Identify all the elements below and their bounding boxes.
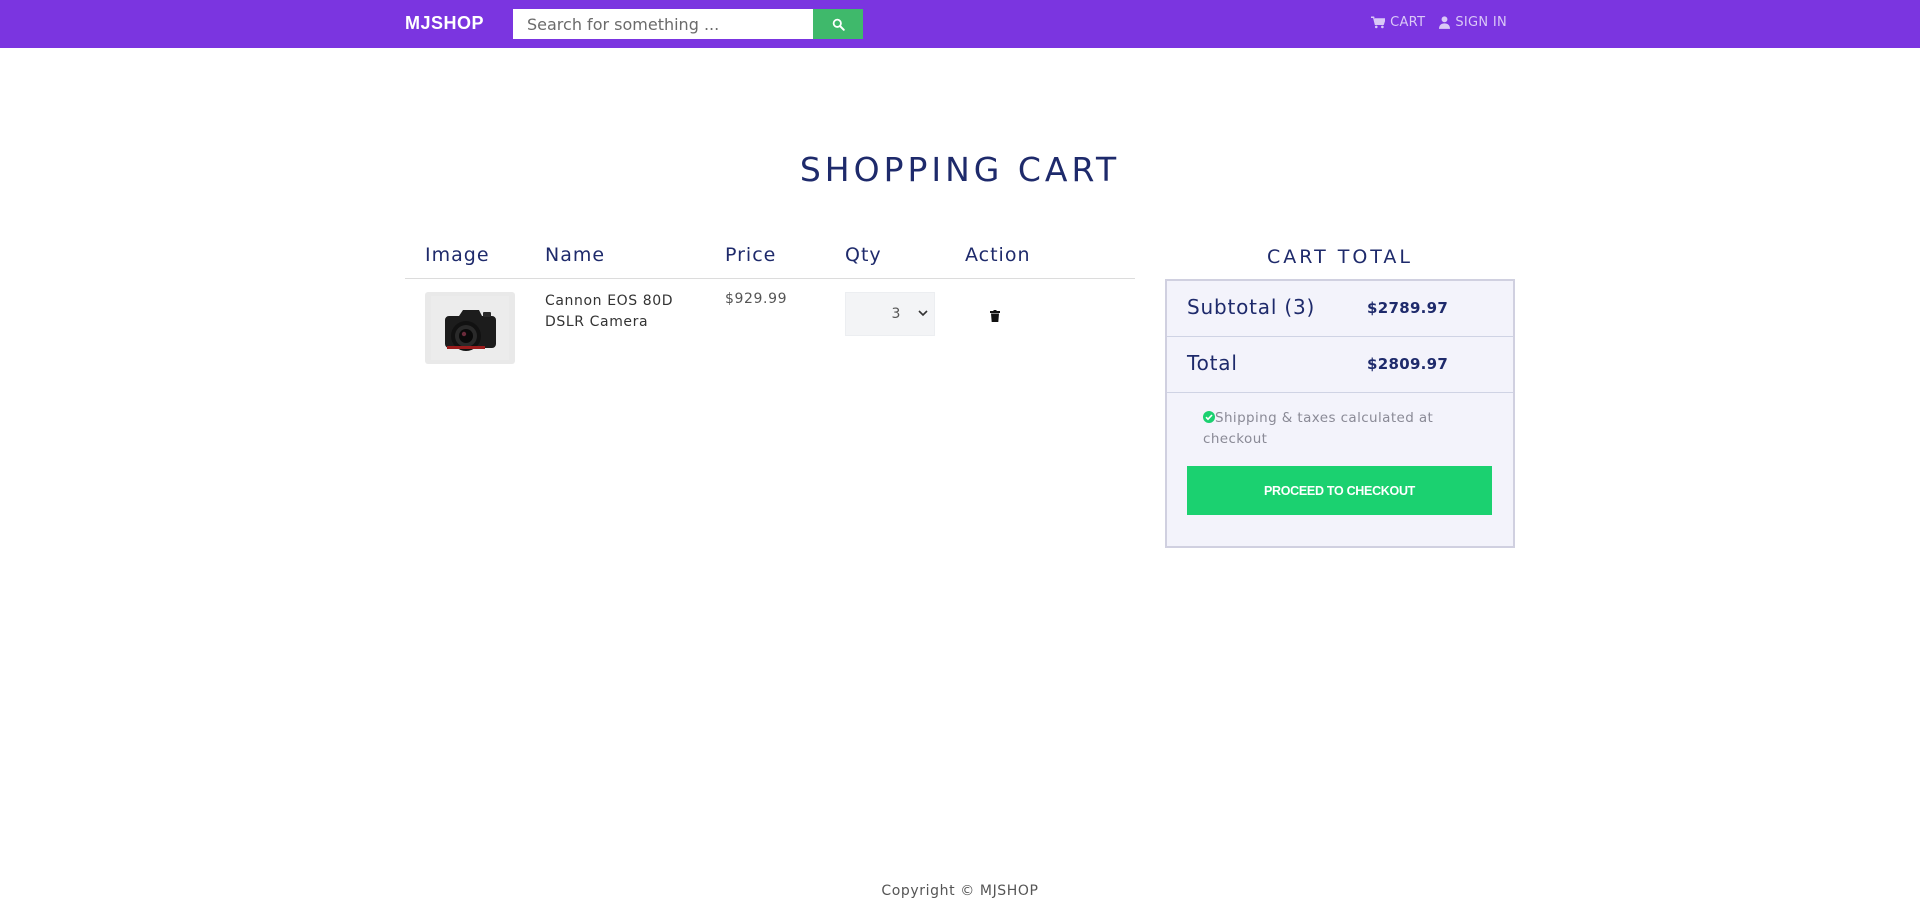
header-image: Image xyxy=(425,244,490,266)
header-name: Name xyxy=(545,244,606,266)
nav-links: CART SIGN IN xyxy=(1371,15,1507,30)
cart-total-heading: CART TOTAL xyxy=(1266,246,1413,268)
quantity-select[interactable]: 3 xyxy=(845,292,935,336)
shipping-note: Shipping & taxes calculated at checkout xyxy=(1203,408,1463,450)
trash-icon xyxy=(990,310,1000,322)
table-row: Cannon EOS 80D DSLR Camera $929.99 3 xyxy=(405,279,1135,371)
chevron-down-icon xyxy=(918,310,928,317)
cart-table: Image Name Price Qty Action Cannon EOS 8… xyxy=(405,236,1135,371)
check-circle-icon xyxy=(1203,411,1215,423)
header-price: Price xyxy=(725,244,777,266)
header-qty: Qty xyxy=(845,244,882,266)
search-input[interactable] xyxy=(513,9,813,39)
quantity-value: 3 xyxy=(891,306,901,322)
product-name[interactable]: Cannon EOS 80D DSLR Camera xyxy=(545,291,685,333)
camera-icon xyxy=(431,296,509,360)
remove-item-button[interactable] xyxy=(990,307,1000,326)
total-value: $2809.97 xyxy=(1367,355,1449,373)
top-navbar: MJSHOP CART SIGN IN xyxy=(0,0,1920,48)
header-action: Action xyxy=(965,244,1031,266)
product-image[interactable] xyxy=(425,292,515,364)
subtotal-value: $2789.97 xyxy=(1367,299,1449,317)
total-label: Total xyxy=(1187,351,1238,375)
sign-in-link-label: SIGN IN xyxy=(1455,15,1507,30)
sign-in-link[interactable]: SIGN IN xyxy=(1439,15,1507,30)
proceed-to-checkout-button[interactable]: PROCEED TO CHECKOUT xyxy=(1187,466,1492,515)
shopping-cart-icon xyxy=(1371,16,1386,29)
total-row: Total $2809.97 xyxy=(1167,337,1513,393)
search-icon xyxy=(832,18,845,31)
cart-total-box: Subtotal (3) $2789.97 Total $2809.97 Shi… xyxy=(1165,279,1515,548)
product-price: $929.99 xyxy=(725,291,788,307)
subtotal-label: Subtotal (3) xyxy=(1187,295,1316,319)
search-button[interactable] xyxy=(813,9,863,39)
brand-logo[interactable]: MJSHOP xyxy=(405,13,484,34)
subtotal-row: Subtotal (3) $2789.97 xyxy=(1167,281,1513,337)
shipping-note-text: Shipping & taxes calculated at checkout xyxy=(1203,410,1434,447)
cart-link-label: CART xyxy=(1390,15,1426,30)
footer-copyright: Copyright © MJSHOP xyxy=(881,883,1039,899)
cart-link[interactable]: CART xyxy=(1371,15,1425,30)
table-header: Image Name Price Qty Action xyxy=(405,236,1135,279)
user-icon xyxy=(1439,16,1451,29)
page-title: SHOPPING CART xyxy=(799,150,1121,189)
